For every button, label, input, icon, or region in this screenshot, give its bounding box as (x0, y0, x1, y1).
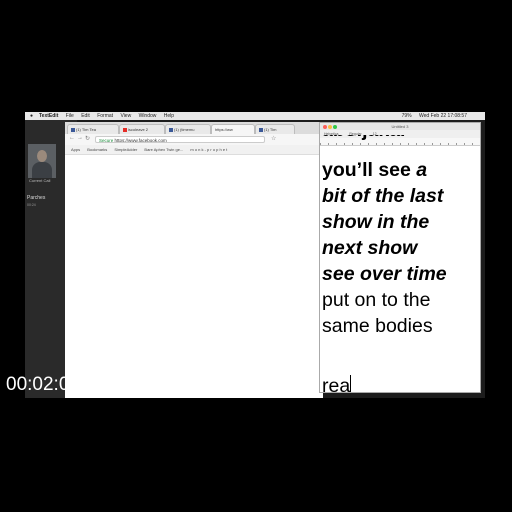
bookmark-simpleadder[interactable]: SimpleAdder (114, 147, 137, 152)
caller-name: Parches (27, 195, 46, 201)
menu-format[interactable]: Format (97, 113, 113, 119)
text-line: put on to the (322, 289, 431, 311)
menu-app-name[interactable]: TextEdit (39, 113, 58, 119)
text-line: show in the (322, 211, 430, 233)
tab-youtube[interactable]: iscoleave 2 (119, 124, 165, 134)
screen-recording-frame: ● TextEdit File Edit Format View Window … (25, 112, 485, 398)
tab-facebook-2[interactable]: (1) (timemu (165, 124, 211, 134)
dock-strip (359, 391, 439, 397)
bookmark-apps[interactable]: Apps (71, 147, 80, 152)
back-icon[interactable]: ← (69, 135, 75, 141)
text-line: bit of the last (322, 185, 444, 207)
menu-window[interactable]: Window (139, 113, 157, 119)
menu-view[interactable]: View (120, 113, 131, 119)
url-text: https://www.facebook.com (114, 138, 167, 143)
person-head (37, 150, 47, 162)
tab-active[interactable]: https://ww (211, 124, 255, 134)
menubar-status: 79% Wed Feb 22 17:08:57 (402, 112, 473, 120)
tab-facebook-1[interactable]: (1) Tim Tea (67, 124, 119, 134)
tab-facebook-3[interactable]: (1) Tim (255, 124, 295, 134)
bookmarks-bar: Apps Bookmarks SimpleAdder Bare Aphex Tw… (65, 145, 323, 155)
youtube-icon (123, 127, 127, 132)
web-page-content[interactable] (65, 155, 323, 398)
secure-label: Secure (99, 138, 114, 143)
zoom-icon[interactable] (333, 125, 337, 129)
bookmark-aphex[interactable]: Bare Aphex Twin ge... (144, 147, 183, 152)
textedit-window: Untitled 3 Helvetica Regular 12 aboljaka… (319, 122, 481, 393)
document-title: Untitled 3 (391, 124, 409, 129)
cut-off-line: aboljakar (322, 135, 442, 143)
textedit-titlebar: Untitled 3 (320, 123, 480, 130)
video-timecode: 00:02:06;18 (6, 374, 107, 395)
person-body (32, 162, 52, 178)
tab-strip: (1) Tim Tea iscoleave 2 (1) (timemu http… (65, 122, 323, 134)
menubar-clock[interactable]: Wed Feb 22 17:08:57 (419, 113, 467, 119)
minimize-icon[interactable] (328, 125, 332, 129)
typing-line[interactable]: rea (322, 375, 352, 392)
self-video-thumbnail[interactable] (28, 144, 56, 178)
facebook-icon (169, 127, 173, 132)
close-icon[interactable] (323, 125, 327, 129)
facebook-icon (259, 127, 263, 132)
menu-edit[interactable]: Edit (81, 113, 90, 119)
menu-help[interactable]: Help (164, 113, 174, 119)
call-label: Current Call (29, 178, 51, 183)
facebook-icon (71, 127, 75, 132)
forward-icon[interactable]: → (77, 135, 83, 141)
apple-icon[interactable]: ● (30, 112, 33, 120)
bookmark-monk[interactable]: m o n k - p r o p h e t (190, 147, 227, 152)
text-cursor (350, 375, 352, 392)
text-line: you’ll see a (322, 159, 428, 181)
bookmark-bookmarks[interactable]: Bookmarks (87, 147, 107, 152)
text-line: same bodies (322, 315, 433, 337)
menu-file[interactable]: File (66, 113, 74, 119)
reload-icon[interactable]: ↻ (85, 135, 90, 142)
text-line: next show (322, 237, 418, 259)
mac-menubar: ● TextEdit File Edit Format View Window … (25, 112, 485, 120)
text-line: see over time (322, 263, 447, 285)
battery-level[interactable]: 79% (402, 113, 412, 119)
star-icon[interactable]: ☆ (271, 135, 276, 142)
url-field[interactable]: Secure https://www.facebook.com (95, 136, 265, 143)
call-duration: 00:24 (27, 203, 36, 207)
chrome-browser-window: (1) Tim Tea iscoleave 2 (1) (timemu http… (65, 122, 323, 398)
document-text[interactable]: you’ll see a bit of the last show in the… (322, 157, 478, 339)
